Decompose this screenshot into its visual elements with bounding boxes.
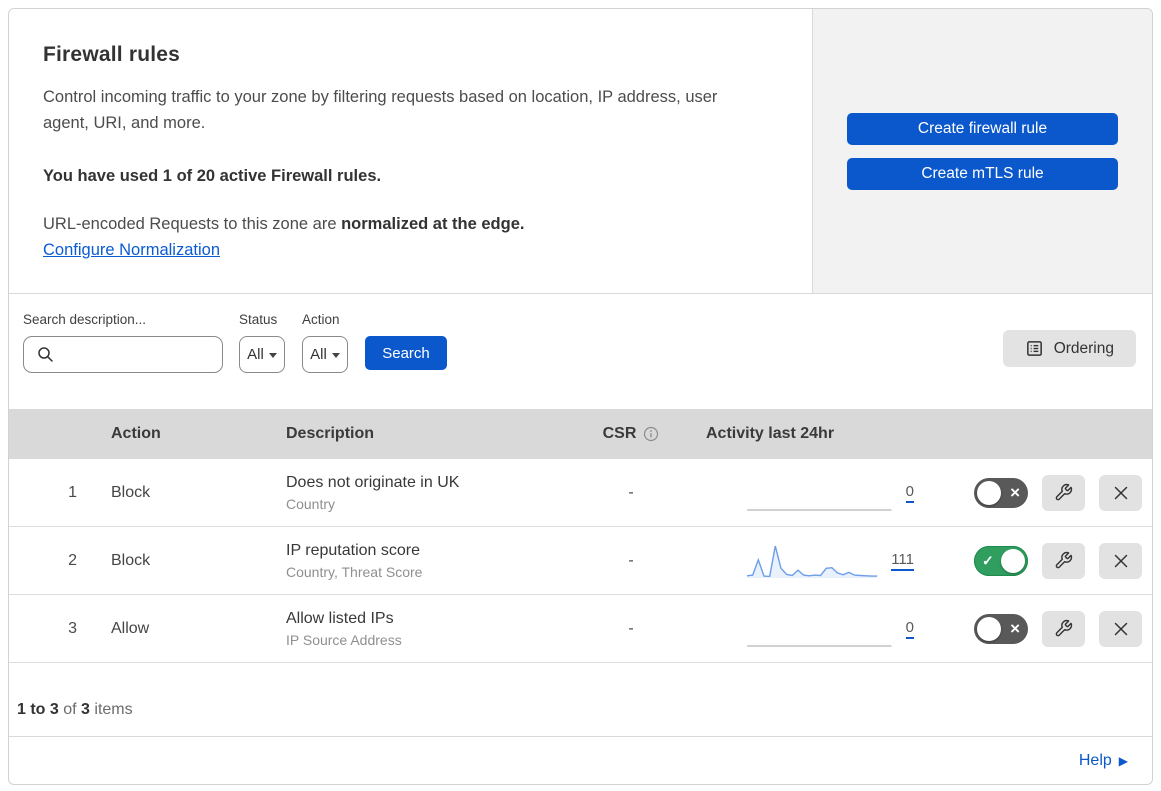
- edit-rule-button[interactable]: [1042, 542, 1085, 579]
- page-description: Control incoming traffic to your zone by…: [43, 88, 718, 133]
- rule-enabled-toggle[interactable]: ✓ ×: [974, 545, 1028, 576]
- normalization-prefix: URL-encoded Requests to this zone are: [43, 214, 342, 233]
- rule-description-title: IP reputation score: [286, 541, 421, 559]
- rule-controls: ✓ ×: [916, 542, 1152, 579]
- usage-summary: You have used 1 of 20 active Firewall ru…: [43, 166, 382, 185]
- csr-column-header: CSR: [586, 425, 676, 443]
- pagination-summary: 1 to 3 of 3 items: [9, 663, 1152, 737]
- rule-description: IP reputation score Country, Threat Scor…: [266, 542, 586, 580]
- activity-sparkline: [746, 541, 878, 581]
- ordering-button-label: Ordering: [1053, 339, 1114, 357]
- status-filter-value: All: [247, 346, 264, 363]
- activity-count-link[interactable]: 0: [905, 483, 914, 503]
- rule-controls: ✓ ×: [916, 474, 1152, 511]
- arrow-right-icon: ▶: [1118, 753, 1128, 768]
- rule-description-title: Allow listed IPs: [286, 609, 394, 627]
- rule-activity-cell: 0: [676, 473, 916, 513]
- activity-count-link[interactable]: 111: [891, 551, 914, 571]
- close-icon: [1113, 553, 1129, 569]
- table-row: 2 Block IP reputation score Country, Thr…: [9, 527, 1152, 595]
- items-label: items: [94, 701, 133, 718]
- firewall-rules-card: Firewall rules Control incoming traffic …: [8, 8, 1153, 785]
- activity-column-header: Activity last 24hr: [706, 425, 835, 442]
- chevron-down-icon: [331, 353, 340, 358]
- rule-criteria: Country: [286, 495, 336, 512]
- action-filter-value: All: [310, 346, 327, 363]
- rule-csr-value: -: [628, 483, 634, 501]
- search-button[interactable]: Search: [365, 336, 447, 370]
- action-column-header: Action: [111, 425, 161, 442]
- table-row: 3 Allow Allow listed IPs IP Source Addre…: [9, 595, 1152, 663]
- status-filter-dropdown[interactable]: All: [239, 336, 285, 373]
- help-link[interactable]: Help ▶: [1079, 752, 1128, 770]
- wrench-icon: [1054, 619, 1073, 638]
- filter-bar: Search description... Status All Action …: [9, 294, 1152, 409]
- toggle-knob: [977, 480, 1001, 505]
- chevron-down-icon: [268, 353, 277, 358]
- normalization-bold: normalized at the edge.: [341, 214, 525, 233]
- ordering-list-icon: [1025, 339, 1044, 358]
- rule-action: Block: [111, 483, 151, 501]
- edit-rule-button[interactable]: [1042, 474, 1085, 511]
- rule-activity-cell: 0: [676, 609, 916, 649]
- overview-section: Firewall rules Control incoming traffic …: [9, 9, 1152, 294]
- items-total: 3: [81, 701, 90, 718]
- wrench-icon: [1054, 483, 1073, 502]
- action-filter-label: Action: [302, 312, 340, 327]
- delete-rule-button[interactable]: [1099, 610, 1142, 647]
- csr-column-label: CSR: [602, 425, 637, 442]
- rule-csr-value: -: [628, 619, 634, 637]
- table-row: 1 Block Does not originate in UK Country…: [9, 459, 1152, 527]
- table-header: Action Description CSR Activity last 24h…: [9, 409, 1152, 459]
- rule-criteria: Country, Threat Score: [286, 563, 423, 580]
- rule-description: Does not originate in UK Country: [266, 474, 586, 512]
- rule-priority: 3: [68, 619, 77, 637]
- activity-sparkline: [746, 473, 893, 513]
- rule-priority: 2: [68, 551, 77, 569]
- rule-controls: ✓ ×: [916, 610, 1152, 647]
- search-input[interactable]: [23, 336, 223, 373]
- wrench-icon: [1054, 551, 1073, 570]
- page-title: Firewall rules: [43, 43, 181, 66]
- help-link-label: Help: [1078, 751, 1112, 769]
- description-column-header: Description: [286, 425, 375, 442]
- action-filter-dropdown[interactable]: All: [302, 336, 348, 373]
- rule-description: Allow listed IPs IP Source Address: [266, 610, 586, 648]
- x-icon: ×: [1010, 482, 1020, 502]
- rule-csr-value: -: [628, 551, 634, 569]
- search-label: Search description...: [23, 312, 147, 327]
- status-filter-label: Status: [239, 312, 278, 327]
- close-icon: [1113, 485, 1129, 501]
- rule-action: Allow: [111, 619, 150, 637]
- toggle-knob: [977, 616, 1001, 641]
- overview-text-panel: Firewall rules Control incoming traffic …: [9, 9, 813, 293]
- rule-enabled-toggle[interactable]: ✓ ×: [974, 613, 1028, 644]
- activity-sparkline: [746, 609, 893, 649]
- close-icon: [1113, 621, 1129, 637]
- create-firewall-rule-button[interactable]: Create firewall rule: [847, 112, 1118, 145]
- activity-count-link[interactable]: 0: [905, 619, 914, 639]
- delete-rule-button[interactable]: [1099, 474, 1142, 511]
- create-mtls-rule-button[interactable]: Create mTLS rule: [847, 157, 1118, 190]
- items-of-text: of: [63, 701, 77, 718]
- rule-activity-cell: 111: [676, 541, 916, 581]
- check-icon: ✓: [982, 552, 994, 569]
- search-icon: [37, 346, 54, 363]
- help-bar: Help ▶: [9, 737, 1152, 784]
- ordering-button[interactable]: Ordering: [1002, 330, 1136, 367]
- actions-panel: Create firewall rule Create mTLS rule: [813, 9, 1152, 293]
- rule-criteria: IP Source Address: [286, 631, 402, 648]
- items-range: 1 to 3: [17, 701, 59, 718]
- x-icon: ×: [1010, 618, 1020, 638]
- rule-description-title: Does not originate in UK: [286, 473, 460, 491]
- normalization-note: URL-encoded Requests to this zone are no…: [43, 215, 772, 234]
- rule-enabled-toggle[interactable]: ✓ ×: [974, 477, 1028, 508]
- info-icon[interactable]: [643, 426, 659, 442]
- edit-rule-button[interactable]: [1042, 610, 1085, 647]
- rule-action: Block: [111, 551, 151, 569]
- configure-normalization-link[interactable]: Configure Normalization: [43, 241, 220, 259]
- delete-rule-button[interactable]: [1099, 542, 1142, 579]
- rule-priority: 1: [68, 483, 77, 501]
